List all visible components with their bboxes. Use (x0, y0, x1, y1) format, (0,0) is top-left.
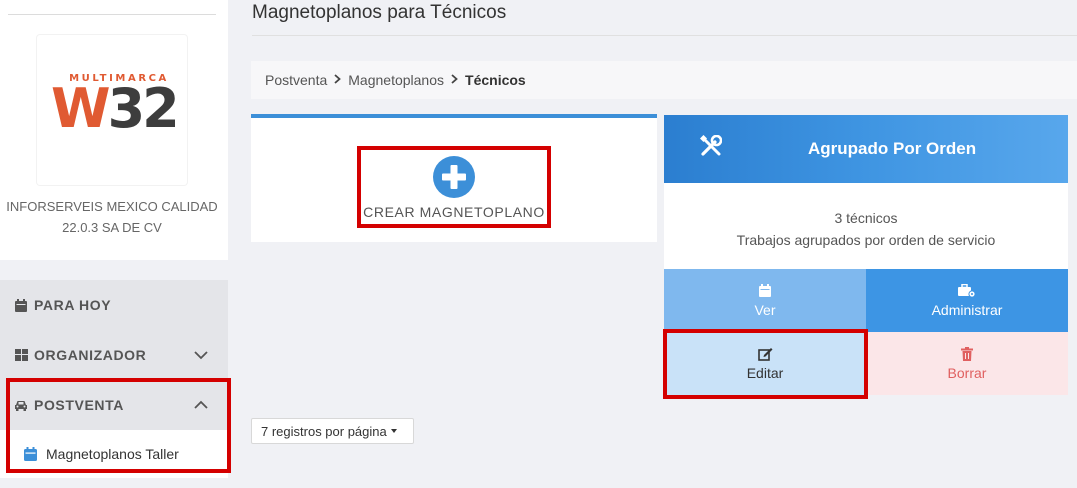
calendar-icon (14, 298, 28, 312)
create-magnetoplano-card: CREAR MAGNETOPLANO (251, 114, 657, 242)
sidebar-item-label: PARA HOY (34, 297, 112, 313)
per-page-label: 7 registros por página (261, 423, 387, 439)
company-name: INFORSERVEIS MEXICO CALIDAD 22.0.3 SA DE… (0, 196, 224, 238)
group-card-actions: Ver Administrar Editar Borrar (664, 269, 1068, 395)
sidebar: MULTIMARCA W32 INFORSERVEIS MEXICO CALID… (0, 0, 228, 488)
chevron-down-icon[interactable] (194, 347, 208, 363)
sidebar-menu: PARA HOY ORGANIZADOR POSTVENTA Magnetopl… (0, 280, 228, 478)
ver-label: Ver (754, 301, 776, 318)
group-card-agrupado-por-orden: Agrupado Por Orden 3 técnicos Trabajos a… (664, 115, 1068, 395)
sidebar-item-para-hoy[interactable]: PARA HOY (0, 280, 228, 330)
sidebar-divider (8, 14, 216, 15)
group-card-count: 3 técnicos (834, 210, 898, 226)
create-magnetoplano-label: CREAR MAGNETOPLANO (363, 204, 545, 220)
company-name-line1: INFORSERVEIS MEXICO CALIDAD (6, 199, 218, 214)
group-card-header: Agrupado Por Orden (664, 115, 1068, 183)
breadcrumb-item-magnetoplanos[interactable]: Magnetoplanos (348, 72, 444, 88)
group-card-title: Agrupado Por Orden (808, 139, 977, 158)
logo-letter: W (51, 77, 111, 140)
car-icon (14, 398, 28, 412)
group-card-body: 3 técnicos Trabajos agrupados por orden … (664, 183, 1068, 269)
sidebar-header: MULTIMARCA W32 INFORSERVEIS MEXICO CALID… (0, 0, 228, 260)
grid-icon (14, 348, 28, 362)
ver-button[interactable]: Ver (664, 269, 866, 332)
sidebar-subitem-magnetoplanos-taller[interactable]: Magnetoplanos Taller (0, 430, 228, 478)
chevron-right-icon (334, 73, 342, 87)
company-logo: MULTIMARCA W32 (37, 35, 187, 185)
editar-label: Editar (746, 364, 784, 381)
chevron-right-icon (451, 73, 458, 87)
administrar-label: Administrar (931, 301, 1003, 318)
submenu-label: Magnetoplanos Taller (46, 446, 179, 462)
per-page-dropdown[interactable]: 7 registros por página (251, 418, 414, 444)
group-card-description: Trabajos agrupados por orden de servicio (736, 232, 996, 248)
calendar-icon (759, 283, 771, 298)
borrar-label: Borrar (947, 364, 987, 381)
title-divider (252, 35, 1077, 36)
borrar-button[interactable]: Borrar (866, 332, 1068, 395)
caret-down-icon (390, 429, 397, 433)
chevron-up-icon[interactable] (194, 397, 208, 413)
logo-number: 32 (107, 77, 180, 140)
edit-icon (757, 347, 773, 361)
company-name-line2: 22.0.3 SA DE CV (62, 220, 162, 235)
page-title: Magnetoplanos para Técnicos (252, 2, 507, 23)
breadcrumb: Postventa Magnetoplanos Técnicos (251, 61, 1077, 99)
sidebar-item-label: POSTVENTA (34, 397, 124, 413)
briefcase-gear-icon (958, 283, 976, 298)
tools-icon (699, 134, 723, 162)
sidebar-item-organizador[interactable]: ORGANIZADOR (0, 330, 228, 380)
editar-button[interactable]: Editar (664, 332, 866, 395)
breadcrumb-item-tecnicos: Técnicos (465, 72, 526, 88)
calendar-icon (24, 447, 37, 461)
plus-circle-icon (433, 156, 475, 198)
sidebar-item-postventa[interactable]: POSTVENTA (0, 380, 228, 430)
create-magnetoplano-button[interactable]: CREAR MAGNETOPLANO (357, 146, 551, 228)
breadcrumb-item-postventa[interactable]: Postventa (265, 72, 327, 88)
logo-w32: W32 (51, 77, 180, 140)
trash-icon (961, 346, 973, 361)
administrar-button[interactable]: Administrar (866, 269, 1068, 332)
sidebar-item-label: ORGANIZADOR (34, 347, 147, 363)
